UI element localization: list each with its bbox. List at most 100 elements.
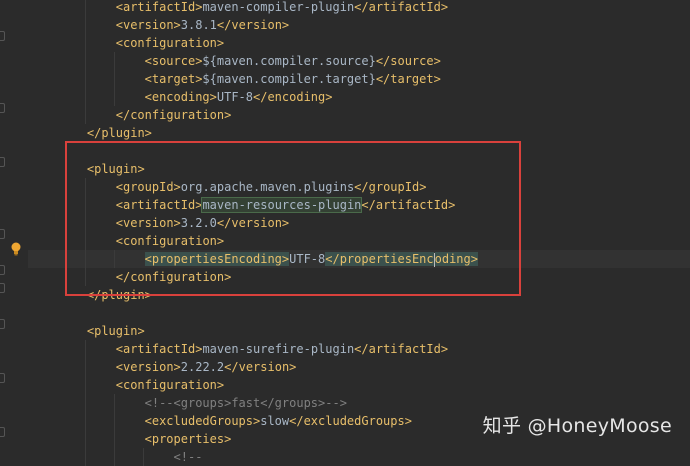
code-line[interactable]: <groupId>org.apache.maven.plugins</group… [28,178,690,196]
code-token: <plugin> [86,162,145,176]
code-token: </excludedGroups> [289,414,412,428]
code-text: <version>3.8.1</version> [116,16,289,34]
code-line[interactable]: </configuration> [28,106,690,124]
code-line[interactable]: <source>${maven.compiler.source}</source… [28,52,690,70]
code-line[interactable]: <encoding>UTF-8</encoding> [28,88,690,106]
intention-bulb-icon[interactable] [11,242,21,256]
code-token: <configuration> [115,378,225,392]
code-token: ${maven.compiler.source} [202,54,376,68]
fold-marker[interactable] [0,31,5,41]
fold-marker[interactable] [0,103,5,113]
code-token: maven-surefire-plugin [202,342,355,356]
code-token: <excludedGroups> [144,414,261,428]
code-token: </configuration> [115,108,232,122]
editor-gutter [0,0,28,456]
fold-marker[interactable] [0,283,5,293]
code-token: </propertiesEnc [325,252,434,266]
fold-marker[interactable] [0,229,5,239]
indent-guide [113,430,115,448]
code-token: ${maven.compiler.target} [202,72,376,86]
code-token: <properties> [144,432,232,446]
indent-guide [84,178,86,196]
code-text: <!-- [174,448,203,466]
code-line[interactable]: <configuration> [28,232,690,250]
fold-marker[interactable] [0,427,5,437]
code-text: <properties> [145,430,232,448]
code-line[interactable]: <artifactId>maven-surefire-plugin</artif… [28,340,690,358]
code-token: <target> [144,72,203,86]
indent-guide [84,394,86,412]
code-token: 3.8.1 [180,18,217,32]
code-line[interactable]: </configuration> [28,268,690,286]
code-token: maven-compiler-plugin [202,0,355,14]
code-token: org.apache.maven.plugins [180,180,355,194]
code-line[interactable]: <version>2.22.2</version> [28,358,690,376]
indent-guide [84,88,86,106]
code-token: </version> [216,18,290,32]
code-line[interactable]: <plugin> [28,322,690,340]
code-token: maven-resources-plugin [201,197,363,213]
code-token: </plugin> [86,288,152,302]
fold-marker[interactable] [0,265,5,275]
code-text: <plugin> [87,160,145,178]
indent-guide [113,70,115,88]
code-text: <artifactId>maven-surefire-plugin</artif… [116,340,448,358]
code-text: <target>${maven.compiler.target}</target… [145,70,441,88]
code-line[interactable]: <target>${maven.compiler.target}</target… [28,70,690,88]
indent-guide [84,16,86,34]
code-token: <propertiesEncoding> [144,252,290,266]
code-token: </groupId> [354,180,427,194]
code-line[interactable]: <plugin> [28,160,690,178]
code-text: <version>3.2.0</version> [116,214,289,232]
indent-guide [113,88,115,106]
code-line[interactable]: <!-- [28,448,690,466]
code-line[interactable]: <configuration> [28,34,690,52]
indent-guide [113,448,115,466]
code-token: </encoding> [253,90,333,104]
code-line[interactable]: </plugin> [28,286,690,304]
indent-guide [84,0,86,16]
indent-guide [113,52,115,70]
code-token: <version> [115,18,181,32]
code-text: <excludedGroups>slow</excludedGroups> [145,412,412,430]
code-token: slow [260,414,290,428]
code-token: <artifactId> [115,342,203,356]
indent-guide [113,412,115,430]
code-line[interactable]: <!--<groups>fast</groups>--> [28,394,690,412]
indent-guide [84,70,86,88]
indent-guide [113,250,115,268]
code-token: <source> [144,54,203,68]
fold-marker[interactable] [0,373,5,383]
code-text: <configuration> [116,376,224,394]
indent-guide [84,412,86,430]
indent-guide [84,34,86,52]
fold-marker[interactable] [0,157,5,167]
code-token: <!--<groups>fast</groups>--> [144,396,347,410]
code-line[interactable] [28,142,690,160]
code-line[interactable]: <version>3.8.1</version> [28,16,690,34]
code-text: <source>${maven.compiler.source}</source… [145,52,441,70]
indent-guide [84,376,86,394]
code-line[interactable]: </plugin> [28,124,690,142]
code-line[interactable]: <propertiesEncoding>UTF-8</propertiesEnc… [28,250,690,268]
code-text: <version>2.22.2</version> [116,358,297,376]
code-editor[interactable]: <artifactId>maven-compiler-plugin</artif… [28,0,690,466]
code-line[interactable]: <artifactId>maven-compiler-plugin</artif… [28,0,690,16]
indent-guide [84,196,86,214]
code-text: <configuration> [116,34,224,52]
code-token: <version> [115,216,181,230]
indent-guide [84,52,86,70]
code-text: <configuration> [116,232,224,250]
indent-guide [84,106,86,124]
code-line[interactable] [28,304,690,322]
code-token: UTF-8 [216,90,253,104]
indent-guide [84,358,86,376]
code-line[interactable]: <version>3.2.0</version> [28,214,690,232]
code-line[interactable]: <configuration> [28,376,690,394]
code-token: </configuration> [115,270,232,284]
code-text: </configuration> [116,106,232,124]
code-token: <groupId> [115,180,181,194]
code-line[interactable]: <artifactId>maven-resources-plugin</arti… [28,196,690,214]
fold-marker[interactable] [0,319,5,329]
code-token: </source> [375,54,441,68]
